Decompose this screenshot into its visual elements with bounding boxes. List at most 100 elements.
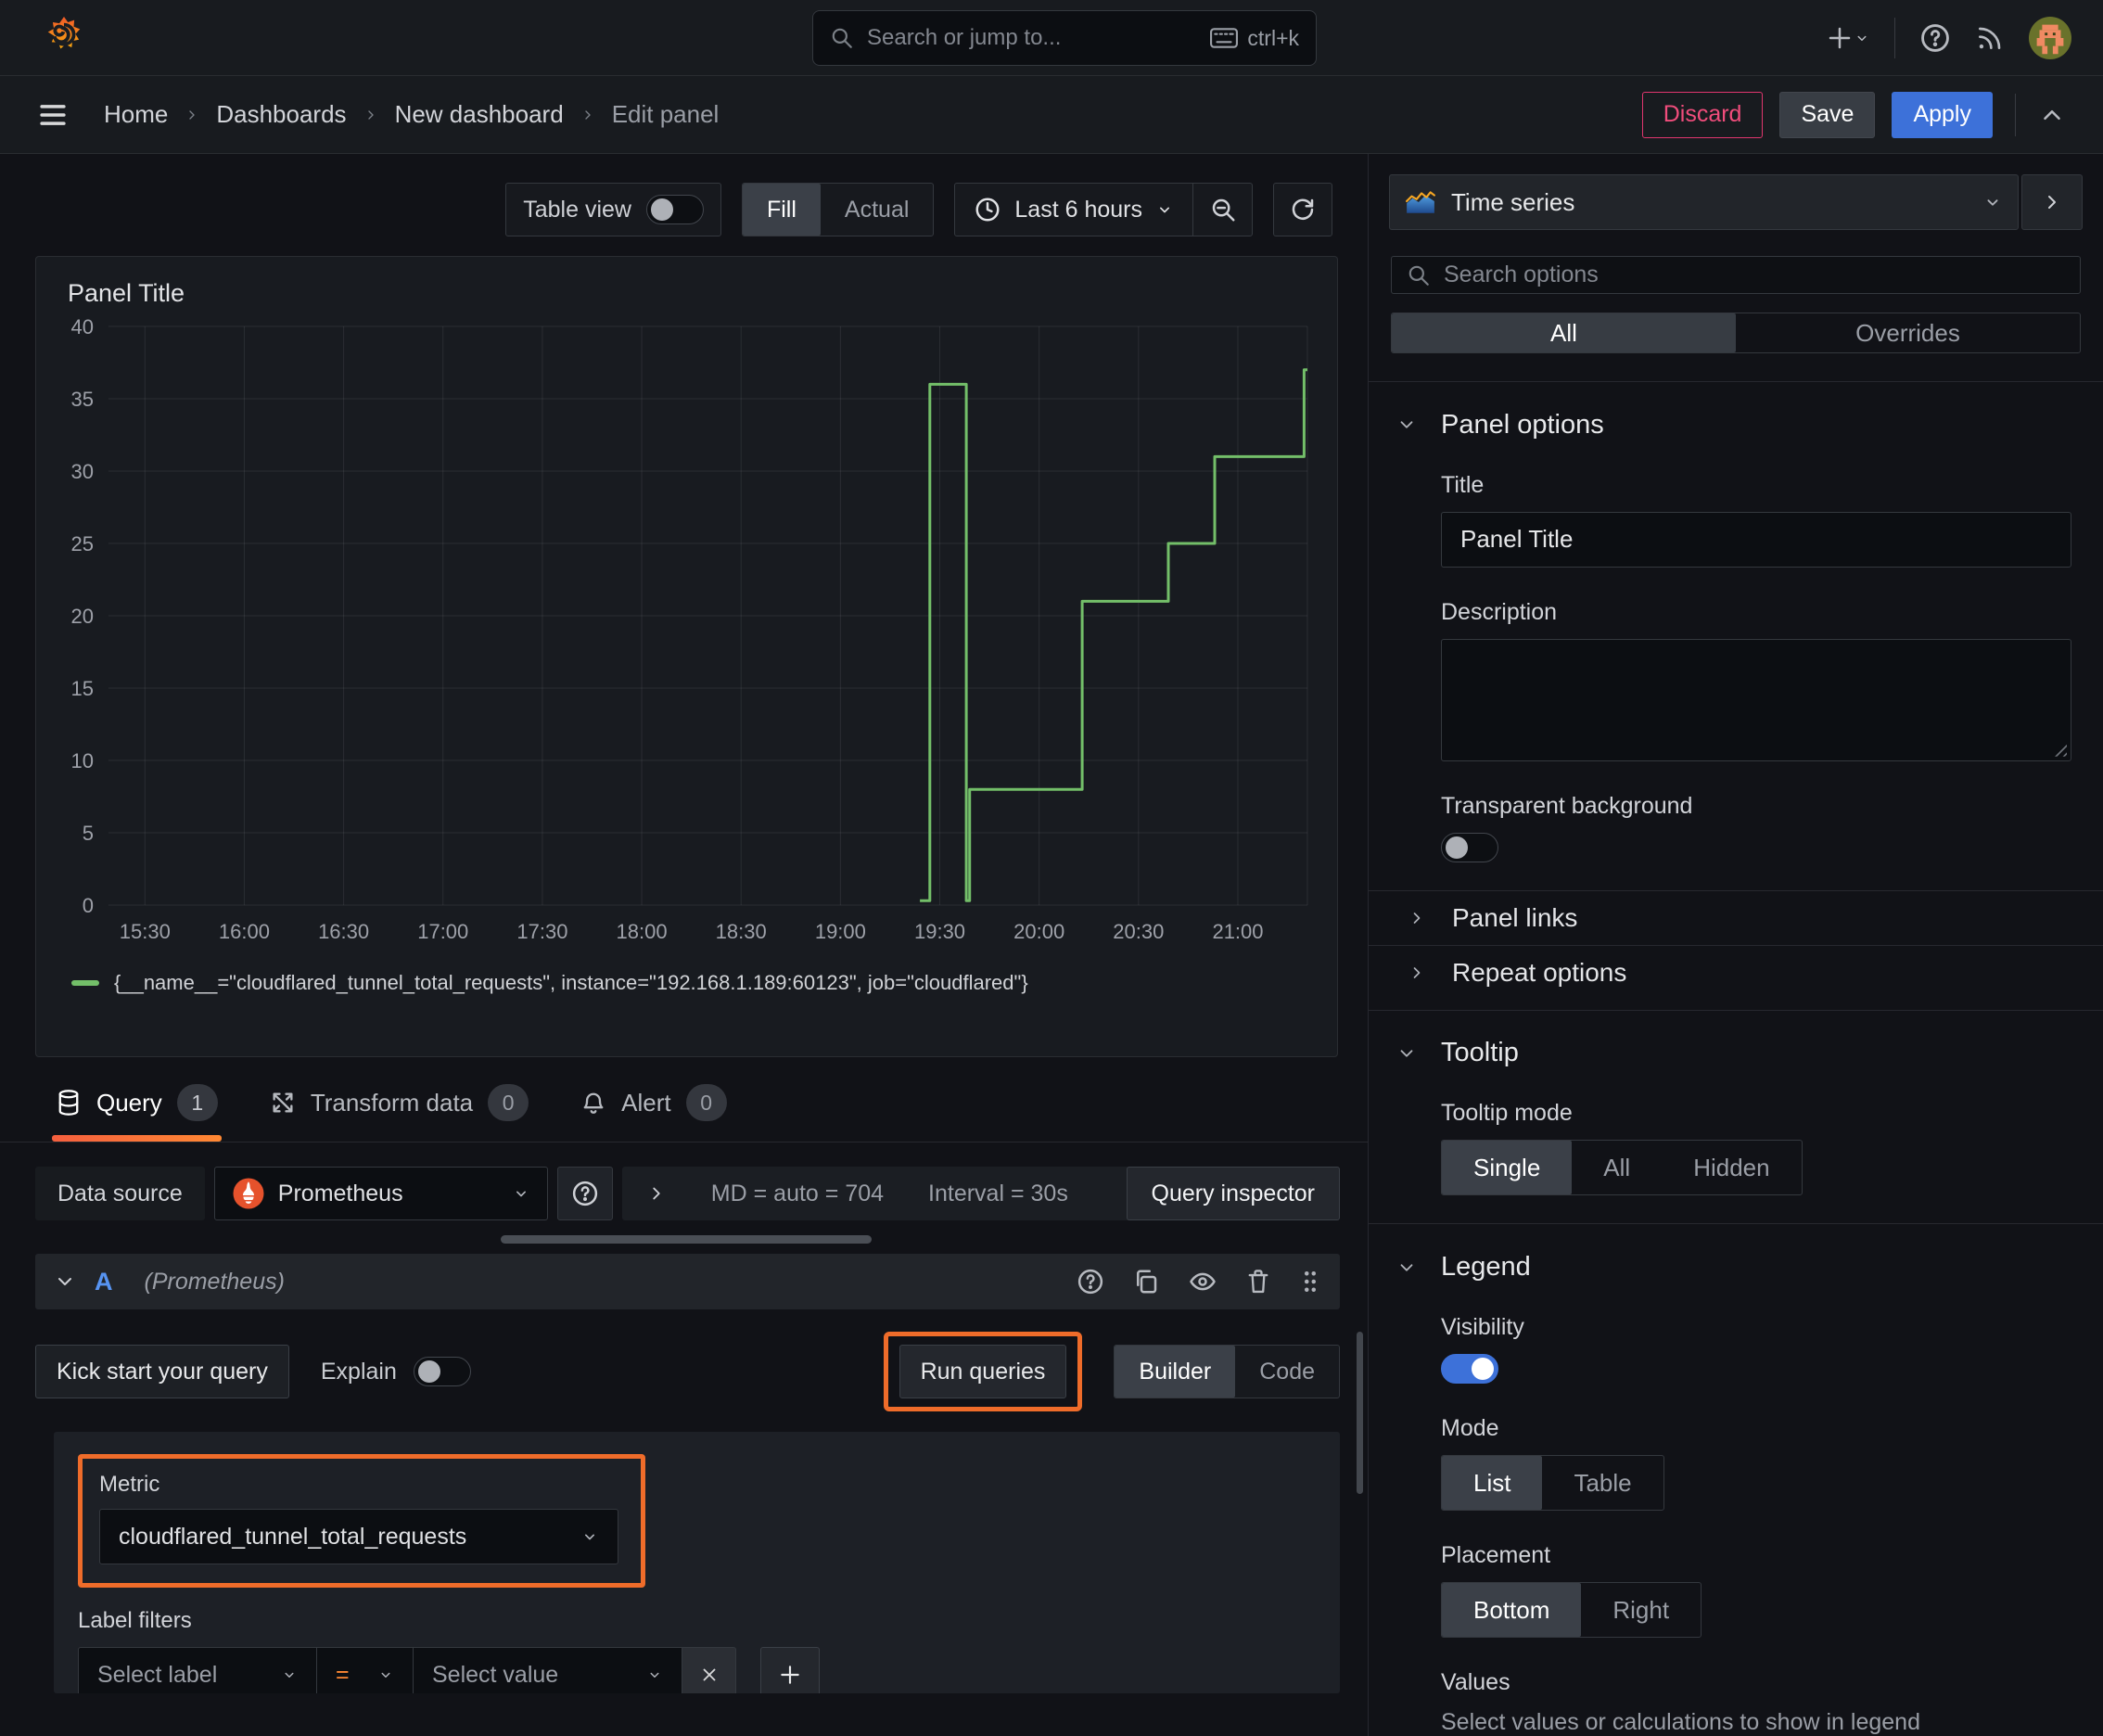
zoom-out-button[interactable] (1192, 184, 1252, 236)
run-queries-button[interactable]: Run queries (899, 1345, 1067, 1398)
filter-label-select[interactable]: Select label (78, 1647, 317, 1693)
new-menu-button[interactable] (1826, 24, 1870, 52)
kick-start-button[interactable]: Kick start your query (35, 1345, 289, 1398)
search-bar[interactable]: ctrl+k (812, 10, 1317, 66)
datasource-picker[interactable]: Prometheus (213, 1167, 548, 1220)
transparent-background-toggle[interactable] (1441, 832, 1498, 862)
breadcrumb-edit-panel: Edit panel (611, 100, 720, 128)
legend-section-header[interactable]: Legend (1369, 1224, 2103, 1283)
tooltip-mode-hidden[interactable]: Hidden (1662, 1141, 1801, 1194)
grafana-logo-icon[interactable] (43, 15, 85, 61)
code-option[interactable]: Code (1235, 1346, 1339, 1398)
filter-operator-select[interactable]: = (317, 1647, 414, 1693)
main-scrollbar[interactable] (1357, 1332, 1363, 1494)
apply-button[interactable]: Apply (1892, 91, 1993, 138)
breadcrumb-new-dashboard[interactable]: New dashboard (395, 100, 564, 129)
panel-title-input[interactable] (1441, 511, 2071, 568)
legend-mode-table[interactable]: Table (1542, 1456, 1663, 1510)
tab-query-label: Query (96, 1088, 162, 1117)
delete-query-icon[interactable] (1245, 1268, 1271, 1296)
remove-filter-button[interactable] (682, 1647, 736, 1693)
panel-options-section-header[interactable]: Panel options (1369, 382, 2103, 440)
query-inspector-button[interactable]: Query inspector (1126, 1167, 1340, 1220)
metric-select[interactable]: cloudflared_tunnel_total_requests (99, 1509, 618, 1564)
visualization-header: Time series (1369, 154, 2103, 243)
collapse-options-button[interactable] (2021, 174, 2083, 230)
legend-placement-bottom[interactable]: Bottom (1442, 1583, 1582, 1638)
prometheus-icon (232, 1177, 265, 1210)
annotation-highlight-metric: Metric cloudflared_tunnel_total_requests (78, 1454, 645, 1588)
panel-resize-handle[interactable] (501, 1235, 872, 1244)
tooltip-mode-label: Tooltip mode (1441, 1100, 1573, 1127)
tooltip-section-header[interactable]: Tooltip (1369, 1010, 2103, 1068)
save-button[interactable]: Save (1779, 91, 1876, 138)
svg-text:5: 5 (83, 822, 94, 845)
label-filters-row: Select label = Select value (78, 1647, 1314, 1693)
query-editor-toolbar: Kick start your query Explain Run querie… (35, 1332, 1340, 1411)
legend-visibility-toggle[interactable] (1441, 1354, 1498, 1385)
legend-mode-list[interactable]: List (1442, 1456, 1543, 1511)
collapse-header-button[interactable] (2038, 101, 2066, 129)
timeseries-chart[interactable]: 0 5 10 15 20 25 30 35 40 15:30 16:00 16:30 17:00 17:3… (55, 310, 1320, 959)
panel-links-section-header[interactable]: Panel links (1369, 890, 2103, 945)
legend-series-label[interactable]: {__name__="cloudflared_tunnel_total_requ… (114, 971, 1028, 995)
tab-alert[interactable]: Alert 0 (580, 1084, 727, 1142)
refresh-button[interactable] (1273, 183, 1332, 236)
tooltip-mode-all[interactable]: All (1572, 1141, 1662, 1194)
options-tab-overrides[interactable]: Overrides (1736, 313, 2080, 352)
time-range-picker[interactable]: Last 6 hours (955, 196, 1192, 223)
legend-placement-right[interactable]: Right (1581, 1583, 1701, 1637)
top-nav-actions (1826, 16, 2071, 59)
svg-text:15: 15 (71, 677, 94, 700)
news-rss-button[interactable] (1975, 23, 2005, 53)
panel[interactable]: Panel Title 0 5 10 15 20 25 30 35 40 15:30 16:00 16… (35, 256, 1338, 1057)
query-row-header[interactable]: A (Prometheus) (35, 1254, 1340, 1309)
fill-option[interactable]: Fill (742, 184, 821, 236)
chevron-down-icon (1857, 35, 1867, 41)
options-search-input[interactable] (1444, 262, 2065, 289)
builder-option[interactable]: Builder (1115, 1346, 1236, 1398)
svg-text:16:30: 16:30 (318, 920, 369, 943)
legend-placement-group: Bottom Right (1441, 1582, 1702, 1639)
discard-button[interactable]: Discard (1641, 91, 1764, 138)
table-view-control: Table view (505, 183, 721, 236)
panel-description-textarea[interactable] (1441, 638, 2071, 761)
query-help-icon[interactable] (1077, 1268, 1104, 1296)
fill-actual-group: Fill Actual (741, 183, 935, 236)
add-filter-button[interactable] (760, 1647, 820, 1693)
tab-query[interactable]: Query 1 (52, 1084, 222, 1142)
user-avatar[interactable] (2029, 16, 2071, 59)
filter-value-select[interactable]: Select value (414, 1647, 682, 1693)
breadcrumb: Home Dashboards New dashboard Edit panel (104, 100, 719, 129)
table-view-toggle[interactable] (645, 195, 704, 224)
breadcrumb-separator-icon (580, 108, 595, 122)
svg-text:15:30: 15:30 (120, 920, 171, 943)
mega-menu-toggle[interactable] (37, 101, 69, 129)
tab-transform[interactable]: Transform data 0 (270, 1084, 529, 1142)
chevron-up-icon (2044, 109, 2060, 120)
visualization-picker[interactable]: Time series (1389, 174, 2019, 230)
search-input[interactable] (867, 25, 1198, 51)
options-search[interactable] (1391, 256, 2081, 295)
chevron-down-icon (516, 1191, 526, 1197)
help-button[interactable] (1919, 22, 1951, 54)
drag-handle-icon[interactable] (1299, 1268, 1321, 1296)
repeat-options-section-header[interactable]: Repeat options (1369, 946, 2103, 1001)
actual-option[interactable]: Actual (821, 184, 933, 236)
tooltip-mode-single[interactable]: Single (1442, 1141, 1573, 1195)
transparent-background-label: Transparent background (1441, 792, 1693, 819)
hide-query-icon[interactable] (1188, 1268, 1217, 1296)
explain-toggle[interactable] (413, 1357, 471, 1386)
datasource-row: Data source Prometheus MD = auto = 704 I… (35, 1167, 1340, 1220)
collapse-query-icon[interactable] (54, 1270, 76, 1293)
filter-value-placeholder: Select value (432, 1661, 559, 1688)
breadcrumb-dashboards[interactable]: Dashboards (216, 100, 346, 129)
datasource-help-button[interactable] (556, 1167, 613, 1220)
duplicate-query-icon[interactable] (1132, 1268, 1160, 1296)
resize-grip-icon[interactable] (2050, 739, 2067, 757)
expand-options-icon[interactable] (646, 1183, 667, 1204)
breadcrumb-home[interactable]: Home (104, 100, 168, 129)
options-tab-all[interactable]: All (1392, 313, 1736, 353)
svg-text:19:00: 19:00 (815, 920, 866, 943)
svg-text:16:00: 16:00 (219, 920, 270, 943)
